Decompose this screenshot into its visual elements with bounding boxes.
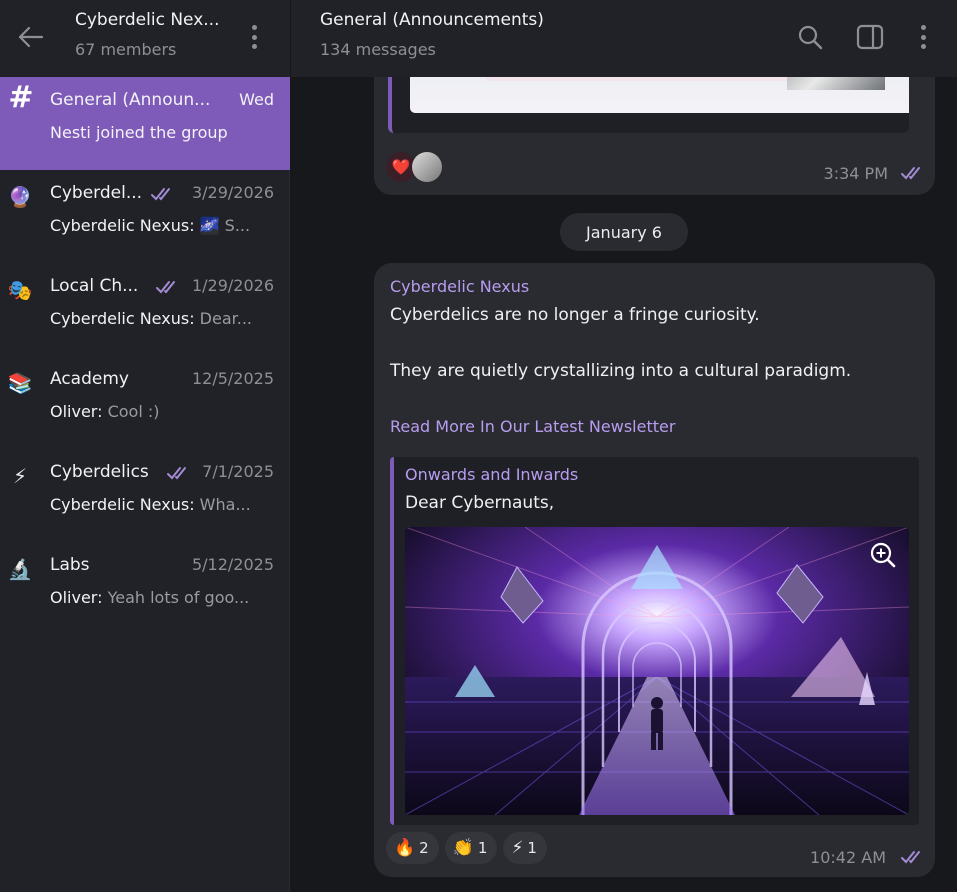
crystal-ball-icon: 🔮 xyxy=(7,185,33,209)
chat-date: 12/5/2025 xyxy=(191,369,274,388)
chat-preview: Oliver: Yeah lots of goo... xyxy=(50,588,250,607)
double-check-icon xyxy=(156,281,175,294)
chat-date: 5/12/2025 xyxy=(191,555,274,574)
chat-preview: Cyberdelic Nexus: 🌌 S... xyxy=(50,216,251,235)
zoom-in-icon[interactable] xyxy=(869,541,897,569)
newsletter-link[interactable]: Read More In Our Latest Newsletter xyxy=(390,417,675,436)
sidebar-toggle-icon[interactable] xyxy=(855,22,885,52)
double-check-icon xyxy=(901,167,920,180)
message-text-line: Cyberdelics are no longer a fringe curio… xyxy=(390,305,760,325)
double-check-icon xyxy=(167,467,186,480)
chat-date: Wed xyxy=(239,90,274,109)
chat-header: General (Announcements) 134 messages xyxy=(291,0,957,77)
back-arrow-icon[interactable] xyxy=(14,20,48,54)
reactions: 🔥 2 👏 1 ⚡ 1 xyxy=(386,832,547,864)
double-check-icon xyxy=(151,188,170,201)
books-icon: 📚 xyxy=(7,371,33,395)
cyber-tunnel-illustration xyxy=(405,527,909,815)
fire-reaction[interactable]: 🔥 2 xyxy=(386,832,439,864)
message-count: 134 messages xyxy=(320,40,436,59)
chat-name: Cyberdel... xyxy=(50,183,143,203)
link-preview-card[interactable]: Onwards and Inwards Dear Cybernauts, xyxy=(390,457,919,825)
theater-masks-icon: 🎭 xyxy=(7,278,33,302)
chat-name: General (Announ... xyxy=(50,90,211,110)
chat-preview: Nesti joined the group xyxy=(50,123,228,142)
chat-name: Labs xyxy=(50,555,90,575)
message-time: 3:34 PM xyxy=(823,164,888,183)
search-icon[interactable] xyxy=(795,22,825,52)
chat-date: 1/29/2026 xyxy=(191,276,274,295)
group-title[interactable]: Cyberdelic Nex... xyxy=(75,10,219,30)
sidebar-header: Cyberdelic Nex... 67 members xyxy=(0,0,290,77)
link-preview-card[interactable] xyxy=(388,77,909,133)
microscope-icon: 🔬 xyxy=(7,557,33,581)
more-options-icon[interactable] xyxy=(913,22,933,52)
message-area: ❤️ 3:34 PM January 6 Cyberdelic Nexus Cy… xyxy=(291,77,957,892)
link-preview-image xyxy=(410,77,909,113)
chat-item-labs[interactable]: 🔬 Labs 5/12/2025 Oliver: Yeah lots of go… xyxy=(0,542,290,635)
date-separator: January 6 xyxy=(560,213,688,251)
chat-item-academy[interactable]: 📚 Academy 12/5/2025 Oliver: Cool :) xyxy=(0,356,290,449)
lightning-icon: ⚡ xyxy=(511,838,524,858)
chat-date: 3/29/2026 xyxy=(191,183,274,202)
lightning-icon: ⚡ xyxy=(12,464,28,488)
hashtag-icon: # xyxy=(8,80,34,115)
chat-item-cyberdelics[interactable]: ⚡ Cyberdelics 7/1/2025 Cyberdelic Nexus:… xyxy=(0,449,290,542)
sidebar: Cyberdelic Nex... 67 members # General (… xyxy=(0,0,290,892)
link-preview-title: Onwards and Inwards xyxy=(405,465,579,484)
user-avatar[interactable] xyxy=(412,152,442,182)
link-preview-description: Dear Cybernauts, xyxy=(405,493,555,513)
clapping-hands-icon: 👏 xyxy=(452,838,474,858)
more-options-icon[interactable] xyxy=(244,22,264,52)
double-check-icon xyxy=(901,851,920,864)
chat-preview: Cyberdelic Nexus: Wha... xyxy=(50,495,251,514)
chat-item-cyberdel[interactable]: 🔮 Cyberdel... 3/29/2026 Cyberdelic Nexus… xyxy=(0,170,290,263)
chat-item-local-ch[interactable]: 🎭 Local Ch... 1/29/2026 Cyberdelic Nexus… xyxy=(0,263,290,356)
chat-name: Academy xyxy=(50,369,129,389)
lightning-reaction[interactable]: ⚡ 1 xyxy=(503,832,547,864)
message-text-line: They are quietly crystallizing into a cu… xyxy=(390,361,852,381)
chat-preview: Oliver: Cool :) xyxy=(50,402,160,421)
link-preview-image[interactable] xyxy=(405,527,909,815)
chat-preview: Cyberdelic Nexus: Dear... xyxy=(50,309,253,328)
message-time: 10:42 AM xyxy=(810,848,886,867)
reaction-avatars: ❤️ xyxy=(386,152,442,182)
message-sender[interactable]: Cyberdelic Nexus xyxy=(390,277,529,296)
chat-name: Local Ch... xyxy=(50,276,139,296)
group-member-count: 67 members xyxy=(75,40,177,59)
fire-icon: 🔥 xyxy=(394,838,416,858)
message-bubble: Cyberdelic Nexus Cyberdelics are no long… xyxy=(374,263,935,877)
chat-item-general[interactable]: # General (Announ... Wed Nesti joined th… xyxy=(0,77,290,170)
message-bubble-previous: ❤️ 3:34 PM xyxy=(374,77,935,195)
chat-list: # General (Announ... Wed Nesti joined th… xyxy=(0,77,290,635)
chat-date: 7/1/2025 xyxy=(202,462,274,481)
clap-reaction[interactable]: 👏 1 xyxy=(444,832,498,864)
chat-name: Cyberdelics xyxy=(50,462,149,482)
chat-title[interactable]: General (Announcements) xyxy=(320,10,544,30)
telegram-app: Cyberdelic Nex... 67 members # General (… xyxy=(0,0,957,892)
